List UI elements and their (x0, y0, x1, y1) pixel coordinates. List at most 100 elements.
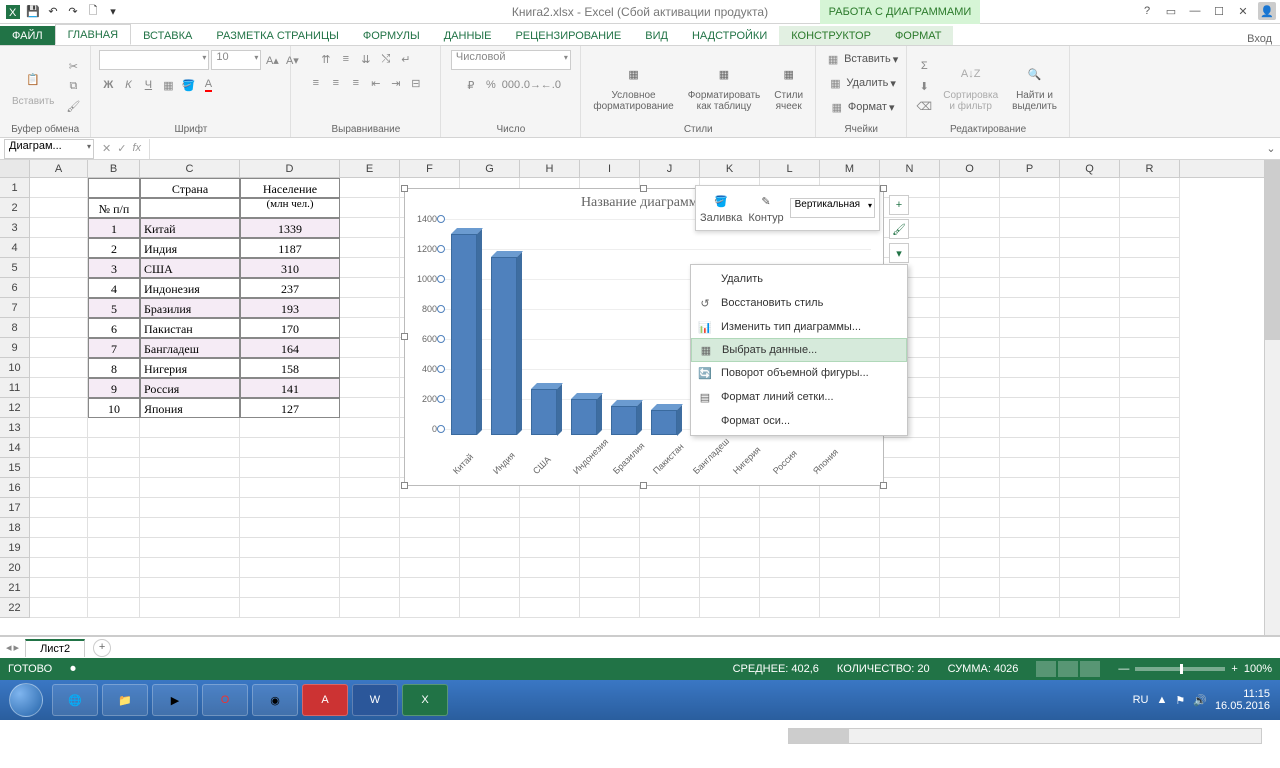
sheet-tab[interactable]: Лист2 (25, 639, 85, 657)
tab-data[interactable]: ДАННЫЕ (432, 26, 504, 45)
cell[interactable] (1000, 378, 1060, 398)
row-header[interactable]: 20 (0, 558, 30, 578)
cell[interactable] (880, 558, 940, 578)
cell[interactable] (30, 298, 88, 318)
cell[interactable] (400, 558, 460, 578)
cell[interactable] (1120, 298, 1180, 318)
cell[interactable] (1120, 418, 1180, 438)
row-header[interactable]: 6 (0, 278, 30, 298)
context-menu-item[interactable]: Удалить (691, 267, 907, 291)
cell[interactable]: 4 (88, 278, 140, 298)
tray-network-icon[interactable]: ⚑ (1175, 694, 1185, 707)
cell[interactable] (760, 578, 820, 598)
column-header[interactable]: K (700, 160, 760, 177)
cell[interactable] (760, 538, 820, 558)
cell[interactable]: 5 (88, 298, 140, 318)
font-name-dropdown[interactable] (99, 50, 209, 70)
cell[interactable] (240, 498, 340, 518)
cell[interactable] (1000, 578, 1060, 598)
cell[interactable] (1000, 218, 1060, 238)
cell[interactable] (1060, 518, 1120, 538)
cut-icon[interactable]: ✂ (64, 57, 82, 75)
format-painter-icon[interactable]: 🖌 (64, 97, 82, 115)
cell[interactable]: 310 (240, 258, 340, 278)
cell[interactable] (88, 418, 140, 438)
view-buttons[interactable] (1036, 661, 1100, 677)
cell[interactable] (400, 598, 460, 618)
fx-icon[interactable]: fx (132, 142, 141, 155)
cell[interactable] (940, 578, 1000, 598)
row-header[interactable]: 8 (0, 318, 30, 338)
column-header[interactable]: O (940, 160, 1000, 177)
cell[interactable] (1000, 498, 1060, 518)
chart-bar[interactable] (651, 410, 677, 436)
cell[interactable]: 170 (240, 318, 340, 338)
column-header[interactable]: D (240, 160, 340, 177)
row-header[interactable]: 19 (0, 538, 30, 558)
font-size-dropdown[interactable]: 10 (211, 50, 261, 70)
cell[interactable] (240, 598, 340, 618)
minimize-icon[interactable]: — (1186, 2, 1204, 20)
cell[interactable] (340, 418, 400, 438)
cell[interactable] (1000, 518, 1060, 538)
cell[interactable] (140, 478, 240, 498)
cell[interactable] (1060, 558, 1120, 578)
align-right-icon[interactable]: ≡ (347, 74, 365, 92)
chart-bar[interactable] (491, 257, 517, 435)
select-all-corner[interactable] (0, 160, 30, 177)
align-left-icon[interactable]: ≡ (307, 74, 325, 92)
column-header[interactable]: J (640, 160, 700, 177)
increase-font-icon[interactable]: A▴ (263, 51, 281, 69)
cell[interactable] (30, 498, 88, 518)
cell[interactable] (700, 498, 760, 518)
cell[interactable]: 9 (88, 378, 140, 398)
cell[interactable] (520, 518, 580, 538)
cell[interactable]: 7 (88, 338, 140, 358)
fill-color-icon[interactable]: 🪣 (179, 76, 197, 94)
cell[interactable]: Россия (140, 378, 240, 398)
cell[interactable] (940, 438, 1000, 458)
cell[interactable] (700, 538, 760, 558)
cell[interactable] (1060, 478, 1120, 498)
row-header[interactable]: 3 (0, 218, 30, 238)
cell[interactable] (1060, 218, 1120, 238)
cell[interactable] (580, 518, 640, 538)
cell[interactable] (30, 598, 88, 618)
cell[interactable] (340, 338, 400, 358)
cell[interactable] (140, 578, 240, 598)
cell[interactable]: Индия (140, 238, 240, 258)
cell[interactable] (1060, 198, 1120, 218)
cell[interactable] (1000, 598, 1060, 618)
spreadsheet-grid[interactable]: ABCDEFGHIJKLMNOPQR 1СтранаНаселение2№ п/… (0, 160, 1280, 636)
cell[interactable]: 1 (88, 218, 140, 238)
cell[interactable]: 158 (240, 358, 340, 378)
cell[interactable] (460, 538, 520, 558)
cell[interactable] (340, 438, 400, 458)
column-header[interactable]: G (460, 160, 520, 177)
cell[interactable] (1000, 338, 1060, 358)
cell[interactable] (30, 438, 88, 458)
cell[interactable] (940, 338, 1000, 358)
cells-format-button[interactable]: ▦Формат ▾ (828, 98, 895, 116)
cell[interactable]: (млн чел.) (240, 198, 340, 218)
cell[interactable] (700, 578, 760, 598)
taskbar-ie[interactable]: 🌐 (52, 684, 98, 716)
column-header[interactable]: F (400, 160, 460, 177)
cell[interactable] (460, 578, 520, 598)
tab-chart-design[interactable]: КОНСТРУКТОР (779, 26, 883, 45)
cell[interactable] (700, 598, 760, 618)
cells-delete-button[interactable]: ▦Удалить ▾ (826, 74, 896, 92)
cancel-fx-icon[interactable]: ✕ (102, 142, 111, 155)
orientation-icon[interactable]: ⤭ (377, 50, 395, 68)
macro-record-icon[interactable]: ⏺ (70, 663, 76, 676)
cell[interactable] (580, 558, 640, 578)
cell[interactable] (140, 598, 240, 618)
cell[interactable] (1000, 438, 1060, 458)
tab-file[interactable]: ФАЙЛ (0, 26, 55, 45)
cell[interactable] (140, 458, 240, 478)
fill-icon[interactable]: ⬇ (915, 77, 933, 95)
name-box[interactable]: Диаграм... (4, 139, 94, 159)
cell[interactable] (340, 558, 400, 578)
cell[interactable] (340, 358, 400, 378)
cell[interactable] (940, 298, 1000, 318)
